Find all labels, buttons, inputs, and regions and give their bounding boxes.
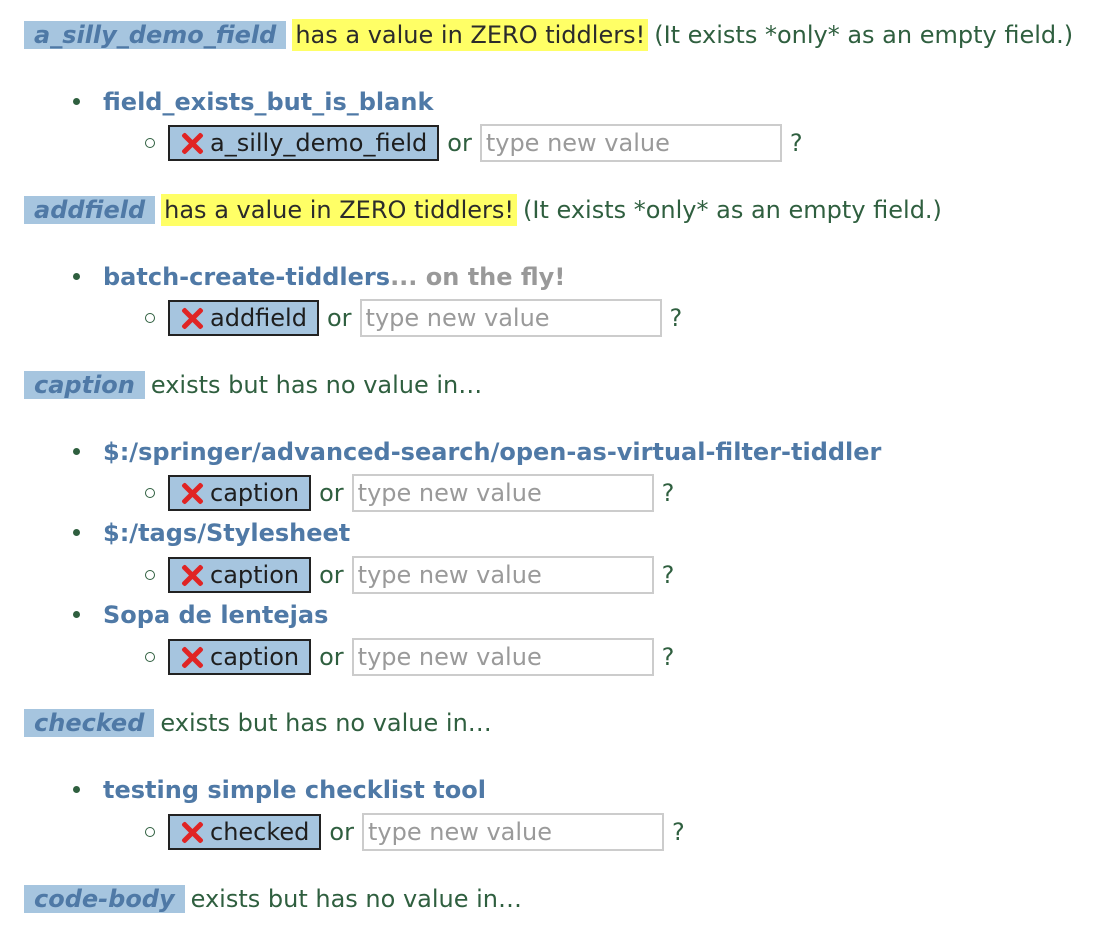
- circle-bullet-icon: [145, 652, 155, 662]
- field-section: checked exists but has no value in…: [24, 706, 492, 740]
- list-item: testing simple checklist tool: [73, 773, 486, 807]
- field-section: a_silly_demo_field has a value in ZERO t…: [24, 18, 1073, 52]
- remove-field-button-label: caption: [210, 561, 300, 589]
- remove-field-button-label: a_silly_demo_field: [210, 129, 428, 157]
- field-status-text: exists but has no value in…: [190, 885, 523, 913]
- zero-value-highlight: has a value in ZERO tiddlers!: [292, 19, 649, 51]
- field-section: caption exists but has no value in…: [24, 368, 482, 402]
- or-label: or: [319, 561, 344, 589]
- circle-bullet-icon: [145, 570, 155, 580]
- remove-field-button-label: checked: [210, 818, 310, 846]
- field-name-tag[interactable]: addfield: [24, 196, 156, 224]
- list-item: batch-create-tiddlers... on the fly!: [73, 260, 566, 294]
- new-value-input[interactable]: [361, 813, 664, 851]
- zero-value-highlight: has a value in ZERO tiddlers!: [161, 194, 517, 226]
- remove-field-button-label: addfield: [210, 304, 307, 332]
- or-label: or: [319, 479, 344, 507]
- list-item: Sopa de lentejas: [73, 598, 328, 632]
- field-status-text: (It exists *only* as an empty field.): [523, 196, 942, 224]
- tiddler-link[interactable]: testing simple checklist tool: [103, 776, 486, 804]
- delete-x-icon: [180, 563, 204, 587]
- tiddler-link[interactable]: Sopa de lentejas: [103, 601, 328, 629]
- circle-bullet-icon: [145, 313, 155, 323]
- field-name-tag[interactable]: code-body: [24, 885, 185, 913]
- new-value-input[interactable]: [351, 638, 654, 676]
- new-value-input[interactable]: [351, 556, 654, 594]
- field-status-text: exists but has no value in…: [160, 709, 492, 737]
- remove-field-button[interactable]: a_silly_demo_field: [168, 125, 440, 161]
- field-name-tag[interactable]: checked: [24, 709, 155, 737]
- tiddler-link[interactable]: batch-create-tiddlers: [103, 263, 390, 291]
- bullet-icon: [73, 611, 80, 618]
- field-status-text: (It exists *only* as an empty field.): [654, 21, 1074, 49]
- remove-field-button[interactable]: caption: [168, 639, 312, 675]
- tiddler-suffix: ... on the fly!: [390, 263, 566, 291]
- question-mark-label: ?: [789, 129, 803, 157]
- delete-x-icon: [180, 481, 204, 505]
- field-edit-row: checked or ?: [145, 812, 685, 852]
- field-section: code-body exists but has no value in…: [24, 882, 522, 916]
- tiddler-link[interactable]: $:/tags/Stylesheet: [103, 519, 350, 547]
- circle-bullet-icon: [145, 488, 155, 498]
- new-value-input[interactable]: [359, 299, 662, 337]
- field-heading: checked exists but has no value in…: [24, 706, 492, 740]
- remove-field-button-label: caption: [210, 643, 300, 671]
- field-heading: code-body exists but has no value in…: [24, 882, 522, 916]
- delete-x-icon: [180, 306, 204, 330]
- field-name-tag[interactable]: a_silly_demo_field: [24, 21, 287, 49]
- new-value-input[interactable]: [351, 474, 654, 512]
- field-edit-row: addfield or ?: [145, 298, 682, 338]
- list-item: $:/springer/advanced-search/open-as-virt…: [73, 435, 881, 469]
- bullet-icon: [73, 786, 80, 793]
- question-mark-label: ?: [669, 304, 683, 332]
- bullet-icon: [73, 448, 80, 455]
- tiddler-link[interactable]: $:/springer/advanced-search/open-as-virt…: [103, 438, 881, 466]
- question-mark-label: ?: [661, 561, 675, 589]
- circle-bullet-icon: [145, 138, 155, 148]
- field-name-tag[interactable]: caption: [24, 371, 145, 399]
- question-mark-label: ?: [661, 643, 675, 671]
- question-mark-label: ?: [661, 479, 675, 507]
- bullet-icon: [73, 273, 80, 280]
- circle-bullet-icon: [145, 827, 155, 837]
- field-status-text: exists but has no value in…: [150, 371, 483, 399]
- delete-x-icon: [180, 820, 204, 844]
- or-label: or: [329, 818, 354, 846]
- field-heading: caption exists but has no value in…: [24, 368, 482, 402]
- delete-x-icon: [180, 645, 204, 669]
- tiddler-link[interactable]: field_exists_but_is_blank: [103, 88, 433, 116]
- remove-field-button[interactable]: caption: [168, 475, 312, 511]
- remove-field-button[interactable]: checked: [168, 814, 322, 850]
- bullet-icon: [73, 529, 80, 536]
- field-section: addfield has a value in ZERO tiddlers! (…: [24, 193, 942, 227]
- field-edit-row: a_silly_demo_field or ?: [145, 123, 803, 163]
- or-label: or: [326, 304, 352, 332]
- delete-x-icon: [180, 131, 204, 155]
- field-edit-row: caption or ?: [145, 637, 674, 677]
- or-label: or: [319, 643, 344, 671]
- question-mark-label: ?: [671, 818, 685, 846]
- list-item: $:/tags/Stylesheet: [73, 516, 350, 550]
- field-heading: addfield has a value in ZERO tiddlers! (…: [24, 193, 942, 227]
- remove-field-button[interactable]: caption: [168, 557, 312, 593]
- remove-field-button[interactable]: addfield: [168, 300, 319, 336]
- bullet-icon: [73, 98, 80, 105]
- or-label: or: [447, 129, 472, 157]
- new-value-input[interactable]: [479, 124, 782, 162]
- field-edit-row: caption or ?: [145, 555, 674, 595]
- field-heading: a_silly_demo_field has a value in ZERO t…: [24, 18, 1073, 52]
- remove-field-button-label: caption: [210, 479, 300, 507]
- field-edit-row: caption or ?: [145, 473, 674, 513]
